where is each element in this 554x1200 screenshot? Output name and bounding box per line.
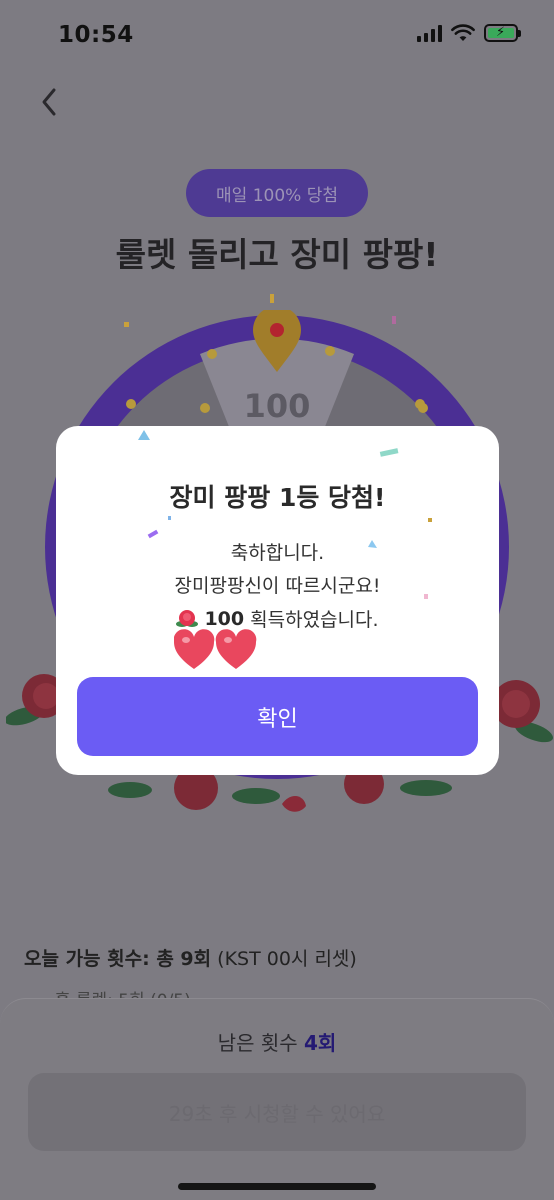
status-time: 10:54 [58, 22, 134, 48]
page-headline: 룰렛 돌리고 장미 팡팡! [115, 235, 439, 274]
confetti-top [124, 294, 396, 327]
modal-reward: 100 획득하였습니다. [56, 605, 499, 632]
confirm-button[interactable]: 확인 [77, 677, 478, 756]
rose-decoration-bottom [108, 770, 452, 812]
battery-charging-icon: ⚡ [484, 24, 521, 42]
reward-text: 획득하였습니다. [250, 609, 379, 631]
back-chevron-icon[interactable] [34, 82, 68, 122]
rose-icon [176, 609, 199, 627]
signal-icon [417, 24, 442, 42]
modal-congrats: 축하합니다. [230, 542, 325, 564]
daily-win-badge: 매일 100% 당첨 [186, 169, 368, 217]
remaining-label: 남은 횟수 [217, 1031, 304, 1055]
reward-amount: 100 [204, 607, 245, 630]
daily-count-info: 오늘 가능 횟수: 총 9회 (KST 00시 리셋) [24, 944, 357, 971]
status-bar: 10:54 ⚡ [0, 0, 554, 70]
daily-count-bold: 오늘 가능 횟수: 총 9회 [24, 948, 212, 970]
daily-count-reset: (KST 00시 리셋) [211, 948, 357, 970]
wifi-icon [451, 24, 475, 41]
home-indicator [178, 1183, 376, 1190]
win-modal: 장미 팡팡 1등 당첨! 축하합니다. 장미팡팡신이 따르시군요! 100 획득… [56, 426, 499, 775]
wheel-top-value: 100 [244, 387, 311, 425]
bottom-sheet: 남은 횟수 4회 29초 후 시청할 수 있어요 [0, 998, 554, 1200]
watch-ad-button[interactable]: 29초 후 시청할 수 있어요 [28, 1073, 526, 1151]
heart-icon [174, 629, 257, 669]
remaining-count: 남은 횟수 4회 [0, 1027, 554, 1056]
status-icons: ⚡ [417, 24, 521, 42]
remaining-value: 4회 [304, 1031, 337, 1055]
rose-decoration-right [492, 680, 553, 743]
modal-message: 장미팡팡신이 따르시군요! [174, 575, 381, 597]
modal-title: 장미 팡팡 1등 당첨! [169, 483, 386, 512]
